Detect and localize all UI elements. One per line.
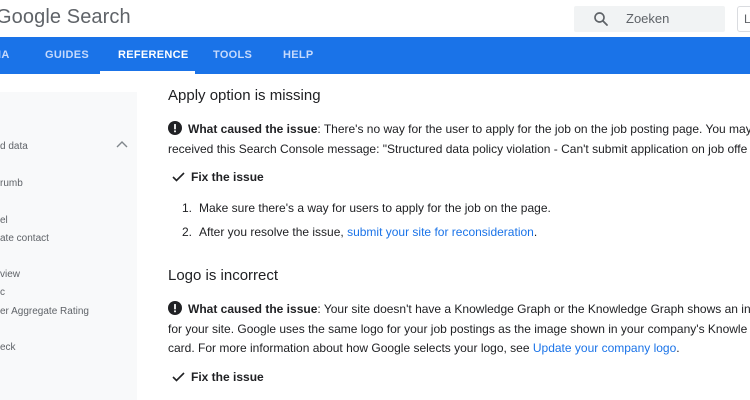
- cause-text: : There's no way for the user to apply f…: [317, 122, 750, 136]
- sidebar-item-carousel[interactable]: el: [0, 215, 8, 226]
- check-icon: [172, 372, 185, 382]
- sidebar-item-employer-aggregate-rating[interactable]: er Aggregate Rating: [0, 306, 89, 317]
- section-title-apply-missing: Apply option is missing: [168, 87, 321, 104]
- tab-ia[interactable]: IA: [0, 37, 10, 74]
- tab-reference[interactable]: REFERENCE: [118, 37, 189, 74]
- cause-label: What caused the issue: [188, 122, 318, 136]
- cause-paragraph-2: What caused the issue: Your site doesn't…: [168, 299, 750, 320]
- left-sidebar: [0, 92, 137, 400]
- fix-heading-1: Fix the issue: [172, 170, 264, 184]
- top-header: Google Search Zoeken L: [0, 0, 750, 37]
- fix-heading-2: Fix the issue: [172, 370, 264, 384]
- search-icon[interactable]: [592, 10, 610, 28]
- update-company-logo-link[interactable]: Update your company logo: [533, 341, 676, 355]
- tab-tools[interactable]: TOOLS: [213, 37, 252, 74]
- reconsideration-link[interactable]: submit your site for reconsideration: [347, 225, 534, 239]
- warning-icon: [168, 301, 182, 315]
- sidebar-item-c[interactable]: c: [0, 287, 5, 298]
- warning-icon: [168, 121, 182, 135]
- check-icon: [172, 172, 185, 182]
- tab-help[interactable]: HELP: [283, 37, 314, 74]
- sidebar-item-structured-data[interactable]: d data: [0, 141, 28, 152]
- list-item: 1. Make sure there's a way for users to a…: [182, 201, 551, 215]
- language-button[interactable]: L: [737, 6, 750, 32]
- tab-guides[interactable]: GUIDES: [45, 37, 89, 74]
- cause-label: What caused the issue: [188, 302, 318, 316]
- search-box[interactable]: Zoeken: [574, 6, 725, 32]
- top-nav: IA GUIDES REFERENCE TOOLS HELP: [0, 37, 750, 74]
- cause-paragraph-2-line3: card. For more information about how Goo…: [168, 341, 680, 355]
- cause-paragraph-2-line2: for your site. Google uses the same logo…: [168, 322, 748, 336]
- sidebar-item-breadcrumb[interactable]: rumb: [0, 178, 23, 189]
- chevron-up-icon[interactable]: [116, 140, 128, 148]
- sidebar-item-review[interactable]: view: [0, 269, 20, 280]
- cause-paragraph-1-line2: received this Search Console message: "S…: [168, 142, 748, 156]
- section-title-logo-incorrect: Logo is incorrect: [168, 267, 279, 284]
- sidebar-item-corporate-contact[interactable]: ate contact: [0, 233, 49, 244]
- product-title[interactable]: Google Search: [0, 6, 131, 29]
- cause-paragraph-1: What caused the issue: There's no way fo…: [168, 119, 750, 140]
- search-input[interactable]: Zoeken: [626, 11, 669, 26]
- sidebar-item-fact-check[interactable]: eck: [0, 342, 16, 353]
- language-label: L: [744, 12, 750, 26]
- active-tab-indicator: [100, 71, 195, 74]
- list-item: 2. After you resolve the issue, submit yo…: [182, 225, 538, 239]
